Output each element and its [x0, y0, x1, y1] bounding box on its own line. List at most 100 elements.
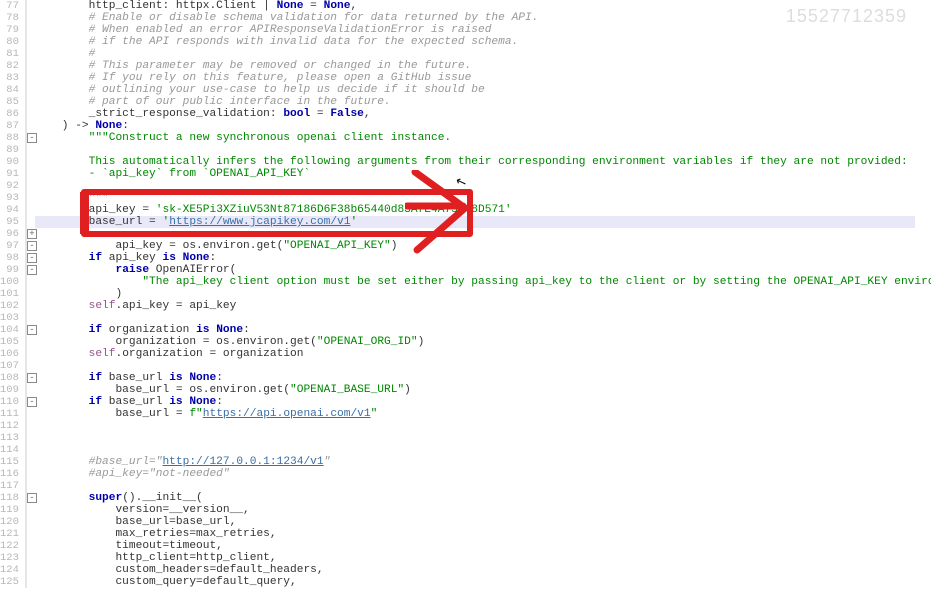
code-area[interactable]: http_client: httpx.Client | None = None,…	[27, 0, 931, 588]
token	[35, 372, 89, 384]
code-line[interactable]: base_url=base_url,	[35, 516, 931, 528]
token: # if the API responds with invalid data …	[35, 36, 518, 48]
token: "	[324, 456, 331, 468]
code-line[interactable]: # outlining your use-case to help us dec…	[35, 84, 931, 96]
line-number: 104	[0, 324, 19, 336]
line-number: 120	[0, 516, 19, 528]
token: f"	[189, 408, 202, 420]
line-number: 102	[0, 300, 19, 312]
line-number: 112	[0, 420, 19, 432]
token: .organization = organization	[115, 348, 303, 360]
line-number: 101	[0, 288, 19, 300]
code-line[interactable]: raise OpenAIError(	[35, 264, 931, 276]
line-number: 119	[0, 504, 19, 516]
line-number: 107	[0, 360, 19, 372]
code-line[interactable]: #base_url="http://127.0.0.1:1234/v1"	[35, 456, 931, 468]
token: "OPENAI_API_KEY"	[283, 240, 390, 252]
code-line[interactable]: - `api_key` from `OPENAI_API_KEY`	[35, 168, 931, 180]
code-line[interactable]	[35, 228, 931, 240]
code-line[interactable]: if base_url is None:	[35, 396, 931, 408]
token	[35, 180, 297, 192]
token: version=__version__,	[35, 504, 250, 516]
line-number: 80	[0, 36, 19, 48]
code-line[interactable]: # This parameter may be removed or chang…	[35, 60, 931, 72]
token: """Construct a new synchronous openai cl…	[35, 132, 451, 144]
code-line[interactable]: base_url = f"https://api.openai.com/v1"	[35, 408, 931, 420]
code-line[interactable]: _strict_response_validation: bool = Fals…	[35, 108, 931, 120]
code-line[interactable]: api_key = 'sk-XE5Pi3XZiuV53Nt87186D6F38b…	[35, 204, 931, 216]
token: "OPENAI_ORG_ID"	[317, 336, 418, 348]
token: )	[404, 384, 411, 396]
code-line[interactable]: ) -> None:	[35, 120, 931, 132]
line-number: 85	[0, 96, 19, 108]
code-line[interactable]: #	[35, 48, 931, 60]
token: False	[330, 108, 364, 120]
code-line[interactable]	[35, 420, 931, 432]
line-number: 79	[0, 24, 19, 36]
code-line[interactable]: self.api_key = api_key	[35, 300, 931, 312]
code-line[interactable]: # part of our public interface in the fu…	[35, 96, 931, 108]
code-line[interactable]: version=__version__,	[35, 504, 931, 516]
code-line[interactable]: # If you rely on this feature, please op…	[35, 72, 931, 84]
code-line[interactable]	[35, 312, 931, 324]
code-line[interactable]: """Construct a new synchronous openai cl…	[35, 132, 931, 144]
code-line[interactable]: if organization is None:	[35, 324, 931, 336]
code-line[interactable]	[35, 360, 931, 372]
token: if	[89, 396, 102, 408]
code-line[interactable]: max_retries=max_retries,	[35, 528, 931, 540]
token: """	[35, 192, 109, 204]
token: self	[89, 348, 116, 360]
token	[35, 228, 89, 240]
token: is None	[169, 372, 216, 384]
line-number: 96	[0, 228, 19, 240]
code-line[interactable]	[35, 144, 931, 156]
token: ,	[364, 108, 371, 120]
token: timeout=timeout,	[35, 540, 223, 552]
token: ,	[350, 0, 357, 12]
code-line[interactable]: base_url = 'https://www.jcapikey.com/v1'	[35, 216, 915, 228]
token: This automatically infers the following …	[35, 156, 908, 168]
token: #base_url="	[35, 456, 163, 468]
token: base_url = os.environ.get(	[35, 384, 290, 396]
token: bool	[283, 108, 310, 120]
code-line[interactable]	[35, 432, 931, 444]
code-line[interactable]	[35, 480, 931, 492]
line-number: 122	[0, 540, 19, 552]
token: "The api_key client option must be set e…	[35, 276, 931, 288]
code-line[interactable]: http_client=http_client,	[35, 552, 931, 564]
code-line[interactable]: if api_key is None:	[35, 252, 931, 264]
code-line[interactable]	[35, 180, 931, 192]
code-line[interactable]: self.organization = organization	[35, 348, 931, 360]
code-line[interactable]: custom_query=default_query,	[35, 576, 931, 588]
code-line[interactable]: This automatically infers the following …	[35, 156, 931, 168]
code-line[interactable]: # if the API responds with invalid data …	[35, 36, 931, 48]
code-line[interactable]: #api_key="not-needed"	[35, 468, 931, 480]
line-number: 117	[0, 480, 19, 492]
code-editor[interactable]: 7778798081828384858687888990919293949596…	[0, 0, 931, 588]
token: https://api.openai.com/v1	[203, 408, 371, 420]
code-line[interactable]: if base_url is None:	[35, 372, 931, 384]
code-line[interactable]: api_key = os.environ.get("OPENAI_API_KEY…	[35, 240, 931, 252]
token	[35, 324, 89, 336]
token: http://127.0.0.1:1234/v1	[162, 456, 323, 468]
code-line[interactable]: organization = os.environ.get("OPENAI_OR…	[35, 336, 931, 348]
line-number: 82	[0, 60, 19, 72]
line-number: 106	[0, 348, 19, 360]
code-line[interactable]: custom_headers=default_headers,	[35, 564, 931, 576]
token: )	[35, 288, 122, 300]
code-line[interactable]: base_url = os.environ.get("OPENAI_BASE_U…	[35, 384, 931, 396]
token	[35, 300, 89, 312]
line-number: 116	[0, 468, 19, 480]
code-line[interactable]: )	[35, 288, 931, 300]
code-line[interactable]: """	[35, 192, 931, 204]
token: # outlining your use-case to help us dec…	[35, 84, 485, 96]
code-line[interactable]: super().__init__(	[35, 492, 931, 504]
code-line[interactable]: "The api_key client option must be set e…	[35, 276, 931, 288]
token: http_client=http_client,	[35, 552, 277, 564]
code-line[interactable]: timeout=timeout,	[35, 540, 931, 552]
code-line[interactable]	[35, 444, 931, 456]
line-number: 97	[0, 240, 19, 252]
line-number: 84	[0, 84, 19, 96]
token: base_url	[102, 372, 169, 384]
token: is None	[169, 396, 216, 408]
